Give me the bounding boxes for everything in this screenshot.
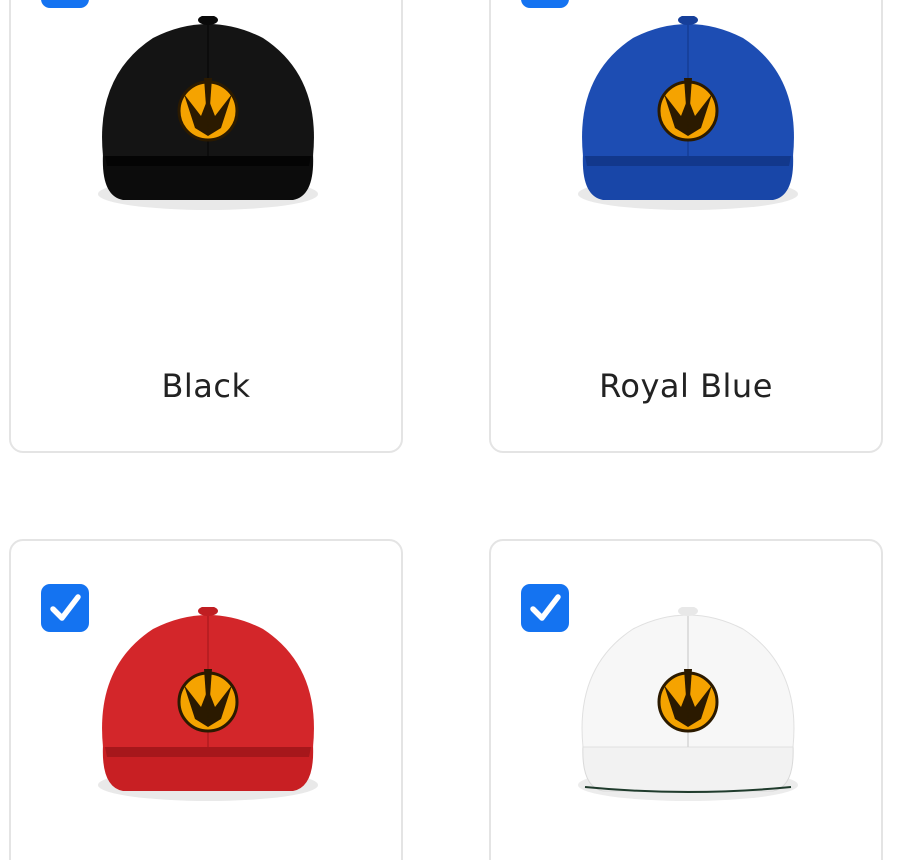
checkbox-checked-icon[interactable]: [41, 0, 89, 8]
variant-label: Royal Blue: [599, 367, 773, 405]
variant-grid: Black Royal Blue: [0, 0, 922, 860]
variant-card-red[interactable]: [9, 539, 403, 860]
variant-card-white[interactable]: [489, 539, 883, 860]
cap-image: [563, 607, 813, 837]
variant-label: Black: [161, 367, 251, 405]
cap-icon: [578, 16, 798, 210]
cap-image: [83, 16, 333, 246]
cap-icon: [98, 16, 318, 210]
checkbox-checked-icon[interactable]: [521, 0, 569, 8]
cap-image: [563, 16, 813, 246]
cap-icon: [578, 607, 798, 801]
checkbox-checked-icon[interactable]: [41, 584, 89, 632]
checkbox-checked-icon[interactable]: [521, 584, 569, 632]
variant-card-black[interactable]: Black: [9, 0, 403, 453]
variant-card-royal-blue[interactable]: Royal Blue: [489, 0, 883, 453]
cap-image: [83, 607, 333, 837]
cap-icon: [98, 607, 318, 801]
